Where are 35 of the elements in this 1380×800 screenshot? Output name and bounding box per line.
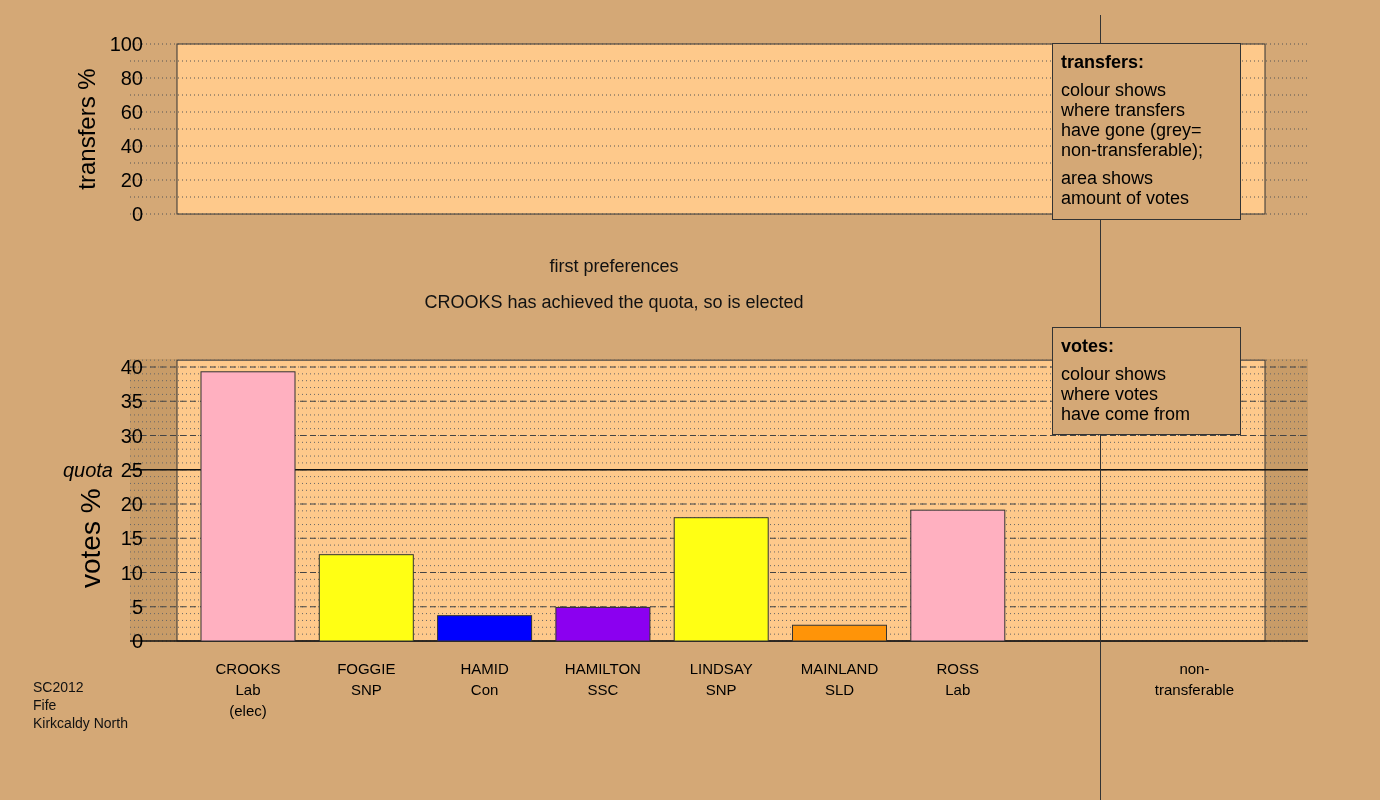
axis-tick-label: 25 (120, 458, 143, 481)
axis-title: transfers % (73, 68, 100, 190)
axis-title: votes % (75, 488, 106, 589)
category-label: HAMID Con (460, 660, 509, 698)
category-label: CROOKS Lab (elec) (215, 660, 281, 719)
legend-title: votes: (1061, 336, 1115, 356)
axis-tick-label: 5 (131, 595, 143, 618)
axis-tick-label: 30 (120, 424, 143, 447)
axis-tick-label: 35 (120, 390, 143, 413)
axis-tick-label: 10 (120, 561, 143, 584)
category-label: HAMILTON SSC (564, 660, 641, 698)
footer-text: Kirkcaldy North (33, 714, 128, 732)
axis-tick-label: 0 (131, 203, 143, 225)
axis-tick-label: 40 (120, 356, 143, 378)
category-label: LINDSAY SNP (689, 660, 753, 698)
axis-tick-label: 40 (120, 135, 143, 157)
axis-tick-label: 20 (120, 493, 143, 515)
axis-tick-label: 15 (120, 527, 143, 550)
category-label: ROSS Lab (936, 660, 980, 698)
chart-heading: CROOKS has achieved the quota, so is elected (424, 291, 804, 313)
axis-tick-label: 100 (109, 33, 143, 55)
axis-tick-label: 60 (120, 101, 143, 123)
category-label: FOGGIE SNP (337, 660, 396, 698)
legend-text: colour shows where votes have come from (1061, 364, 1192, 424)
footer-text: SC2012 (33, 678, 85, 696)
category-label: non- transferable (1154, 660, 1234, 698)
legend-text: area shows amount of votes (1061, 168, 1191, 208)
category-label: MAINLAND SLD (800, 660, 879, 698)
axis-tick-label: 80 (120, 67, 143, 89)
quota-label: quota (62, 458, 113, 481)
legend-text: colour shows where transfers have gone (grey= non-transferable); (1061, 80, 1205, 160)
axis-tick-label: 20 (120, 169, 143, 191)
chart-heading: first preferences (549, 255, 679, 277)
legend-title: transfers: (1061, 52, 1146, 72)
footer-text: Fife (33, 696, 58, 714)
